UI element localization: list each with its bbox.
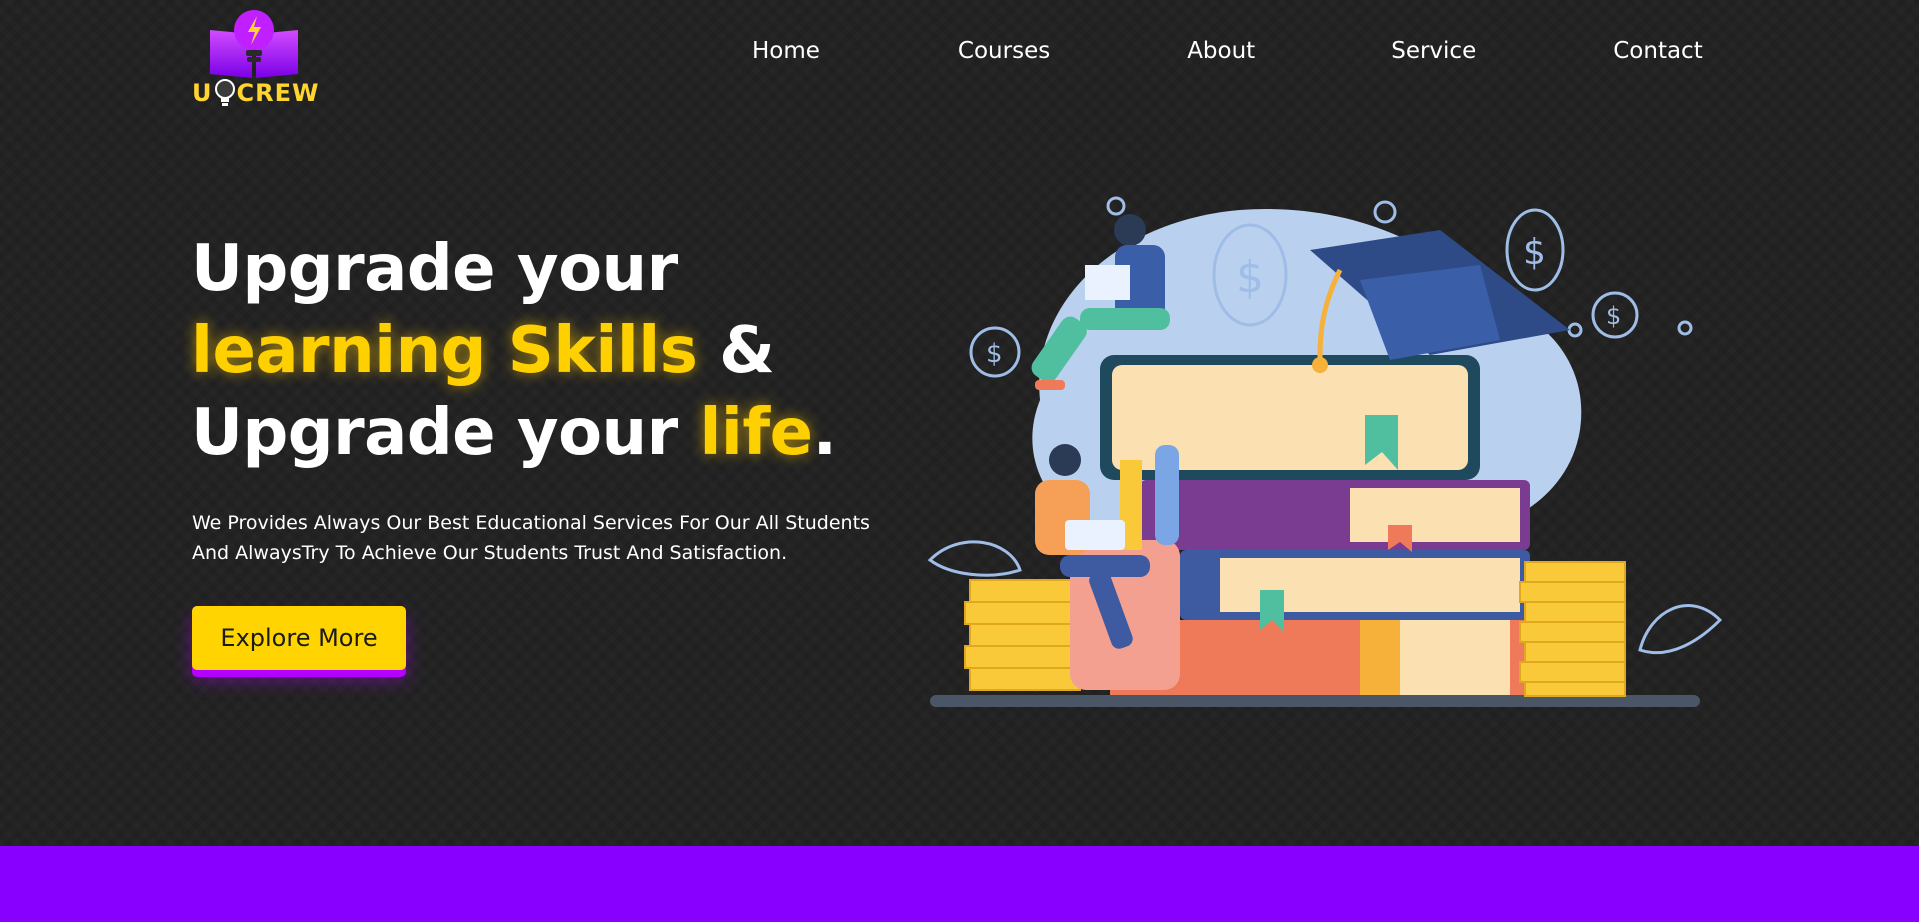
svg-text:$: $ (1236, 252, 1264, 303)
hero-description: We Provides Always Our Best Educational … (192, 512, 870, 564)
nav-service[interactable]: Service (1391, 38, 1476, 64)
hero-highlight-life: life (699, 396, 813, 470)
hero-heading-line-2: learning Skills & (191, 314, 775, 388)
logo-wordmark: U CREW (192, 78, 319, 108)
coin-stack-right (1519, 561, 1626, 697)
lightbulb-book-icon (210, 10, 298, 78)
hero-heading: Upgrade your learning Skills & Upgrade y… (191, 228, 837, 474)
footer-band (0, 846, 1919, 922)
svg-text:$: $ (1523, 232, 1546, 273)
logo-letter-u: U (192, 79, 213, 107)
hero-heading-line-3: Upgrade your life. (191, 396, 837, 470)
nav-home[interactable]: Home (752, 38, 820, 64)
coin-stack-left (964, 579, 1081, 691)
hero-heading-line-1: Upgrade your (191, 232, 678, 306)
hero-highlight-learning-skills: learning Skills (191, 314, 698, 388)
nav-about[interactable]: About (1187, 38, 1255, 64)
education-illustration: $ $ $ $ (927, 196, 1723, 707)
main-nav: Home Courses About Service Contact (752, 38, 1703, 64)
site-logo[interactable]: U CREW (192, 8, 322, 114)
svg-text:$: $ (1606, 302, 1621, 330)
logo-word-crew: CREW (236, 79, 320, 107)
nav-contact[interactable]: Contact (1613, 38, 1702, 64)
explore-more-button[interactable]: Explore More (192, 606, 406, 670)
nav-courses[interactable]: Courses (958, 38, 1050, 64)
bulb-icon (214, 79, 235, 106)
svg-text:$: $ (986, 339, 1003, 369)
